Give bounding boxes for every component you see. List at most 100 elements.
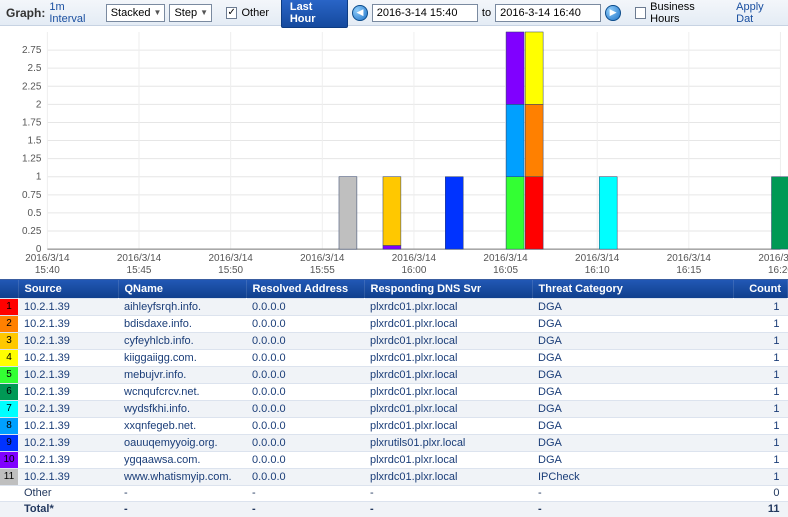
cell-source: 10.2.1.39 [18, 451, 118, 468]
cell-qname: bdisdaxe.info. [118, 315, 246, 332]
cell-resolved: 0.0.0.0 [246, 298, 364, 315]
col-dns[interactable]: Responding DNS Svr [364, 280, 532, 298]
cell-resolved: 0.0.0.0 [246, 349, 364, 366]
cell-qname: oauuqemyyoig.org. [118, 434, 246, 451]
cell-count: 1 [734, 451, 788, 468]
cell-resolved: 0.0.0.0 [246, 332, 364, 349]
series-swatch: 4 [0, 350, 18, 366]
svg-text:15:45: 15:45 [127, 265, 152, 276]
cell-qname: aihleyfsrqh.info. [118, 298, 246, 315]
table-row[interactable]: 910.2.1.39oauuqemyyoig.org.0.0.0.0plxrut… [0, 434, 788, 451]
cell-qname: ygqaawsa.com. [118, 451, 246, 468]
cell-count: 1 [734, 332, 788, 349]
col-resolved[interactable]: Resolved Address [246, 280, 364, 298]
cell-count: 1 [734, 468, 788, 485]
cell-qname: xxqnfegeb.net. [118, 417, 246, 434]
col-category[interactable]: Threat Category [532, 280, 734, 298]
step-select[interactable]: Step [169, 4, 212, 22]
cell-category: DGA [532, 349, 734, 366]
date-prev-button[interactable]: ◀ [352, 5, 367, 21]
table-row[interactable]: 210.2.1.39bdisdaxe.info.0.0.0.0plxrdc01.… [0, 315, 788, 332]
table-row[interactable]: 1110.2.1.39www.whatismyip.com.0.0.0.0plx… [0, 468, 788, 485]
other-checkbox[interactable] [226, 7, 238, 19]
cell-category: IPCheck [532, 468, 734, 485]
business-hours-checkbox[interactable] [635, 7, 647, 19]
results-table: Source QName Resolved Address Responding… [0, 280, 788, 517]
series-swatch: 8 [0, 418, 18, 434]
cell-category: DGA [532, 434, 734, 451]
table-row[interactable]: 810.2.1.39xxqnfegeb.net.0.0.0.0plxrdc01.… [0, 417, 788, 434]
svg-text:16:20: 16:20 [768, 265, 788, 276]
svg-text:1.5: 1.5 [28, 136, 42, 147]
series-swatch: 6 [0, 384, 18, 400]
cell-source: 10.2.1.39 [18, 349, 118, 366]
cell-qname: wydsfkhi.info. [118, 400, 246, 417]
table-row[interactable]: 110.2.1.39aihleyfsrqh.info.0.0.0.0plxrdc… [0, 298, 788, 315]
cell-dns: plxrdc01.plxr.local [364, 315, 532, 332]
cell-dns: plxrdc01.plxr.local [364, 349, 532, 366]
svg-text:2016/3/14: 2016/3/14 [575, 253, 620, 264]
col-count[interactable]: Count [734, 280, 788, 298]
table-row-other[interactable]: Other----0 [0, 485, 788, 501]
interval-link[interactable]: 1m Interval [49, 1, 101, 25]
graph-label: Graph: [6, 6, 45, 20]
cell-qname: cyfeyhlcb.info. [118, 332, 246, 349]
date-next-button[interactable]: ▶ [605, 5, 620, 21]
svg-text:15:55: 15:55 [310, 265, 335, 276]
cell-source: 10.2.1.39 [18, 417, 118, 434]
col-qname[interactable]: QName [118, 280, 246, 298]
date-to-input[interactable]: 2016-3-14 16:40 [495, 4, 601, 22]
table-row[interactable]: 410.2.1.39kiiggaiigg.com.0.0.0.0plxrdc01… [0, 349, 788, 366]
svg-text:16:10: 16:10 [585, 265, 610, 276]
svg-text:0.5: 0.5 [28, 208, 42, 219]
apply-link[interactable]: Apply Dat [736, 1, 782, 25]
cell-source: 10.2.1.39 [18, 400, 118, 417]
svg-text:0.25: 0.25 [22, 226, 42, 237]
cell-dns: plxrdc01.plxr.local [364, 366, 532, 383]
business-hours-label: Business Hours [650, 1, 724, 25]
cell-count: 1 [734, 349, 788, 366]
svg-text:2016/3/14: 2016/3/14 [667, 253, 712, 264]
table-row[interactable]: 310.2.1.39cyfeyhlcb.info.0.0.0.0plxrdc01… [0, 332, 788, 349]
series-swatch: 3 [0, 333, 18, 349]
series-swatch: 1 [0, 299, 18, 315]
svg-text:16:05: 16:05 [493, 265, 518, 276]
cell-source: 10.2.1.39 [18, 332, 118, 349]
svg-text:2016/3/14: 2016/3/14 [117, 253, 162, 264]
display-mode-select[interactable]: Stacked [106, 4, 166, 22]
cell-source: 10.2.1.39 [18, 366, 118, 383]
cell-dns: plxrutils01.plxr.local [364, 434, 532, 451]
svg-text:2016/3/14: 2016/3/14 [392, 253, 437, 264]
svg-text:16:00: 16:00 [401, 265, 426, 276]
cell-category: DGA [532, 332, 734, 349]
cell-source: 10.2.1.39 [18, 468, 118, 485]
stacked-bar-chart: 00.250.50.7511.251.51.7522.252.52.752016… [0, 26, 788, 279]
cell-dns: plxrdc01.plxr.local [364, 417, 532, 434]
table-row[interactable]: 510.2.1.39mebujvr.info.0.0.0.0plxrdc01.p… [0, 366, 788, 383]
chart-area: 00.250.50.7511.251.51.7522.252.52.752016… [0, 26, 788, 280]
svg-text:2016/3/14: 2016/3/14 [300, 253, 345, 264]
date-from-input[interactable]: 2016-3-14 15:40 [372, 4, 478, 22]
other-label: Other [241, 7, 269, 19]
col-source[interactable]: Source [18, 280, 118, 298]
table-row[interactable]: 710.2.1.39wydsfkhi.info.0.0.0.0plxrdc01.… [0, 400, 788, 417]
svg-text:2016/3/14: 2016/3/14 [25, 253, 70, 264]
cell-category: DGA [532, 366, 734, 383]
cell-count: 1 [734, 383, 788, 400]
svg-text:2016/3/14: 2016/3/14 [758, 253, 788, 264]
svg-text:2: 2 [36, 99, 42, 110]
svg-text:2.5: 2.5 [28, 63, 42, 74]
cell-qname: mebujvr.info. [118, 366, 246, 383]
last-hour-button[interactable]: Last Hour [281, 0, 348, 28]
cell-category: DGA [532, 417, 734, 434]
svg-text:2.75: 2.75 [22, 45, 42, 56]
cell-resolved: 0.0.0.0 [246, 400, 364, 417]
cell-source: 10.2.1.39 [18, 298, 118, 315]
svg-text:15:40: 15:40 [35, 265, 60, 276]
cell-dns: plxrdc01.plxr.local [364, 468, 532, 485]
cell-count: 1 [734, 434, 788, 451]
table-row[interactable]: 610.2.1.39wcnqufcrcv.net.0.0.0.0plxrdc01… [0, 383, 788, 400]
series-swatch: 10 [0, 452, 18, 468]
series-swatch: 9 [0, 435, 18, 451]
table-row[interactable]: 1010.2.1.39ygqaawsa.com.0.0.0.0plxrdc01.… [0, 451, 788, 468]
